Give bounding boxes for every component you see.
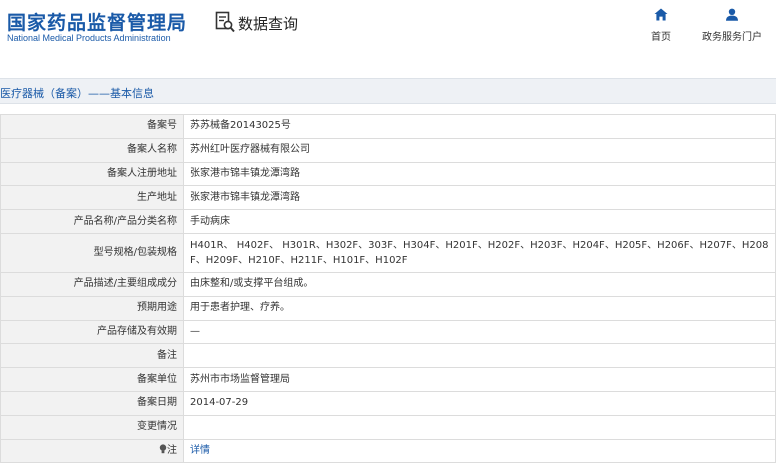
- field-label: 预期用途: [0, 295, 184, 321]
- data-query-icon: [215, 11, 235, 36]
- data-query-title: 数据查询: [215, 11, 298, 36]
- nav-services-label: 政务服务门户: [702, 32, 762, 43]
- table-row: 备案日期 2014-07-29: [0, 390, 776, 416]
- nav-services[interactable]: 政务服务门户: [700, 8, 764, 43]
- table-row: 备注: [0, 343, 776, 369]
- home-icon: [654, 8, 668, 24]
- table-row: 产品名称/产品分类名称 手动病床: [0, 209, 776, 234]
- field-label: 型号规格/包装规格: [0, 232, 184, 273]
- field-label-text: 注: [167, 444, 177, 456]
- section-title: 医疗器械（备案）——基本信息: [0, 87, 154, 100]
- field-label: 备案日期: [0, 390, 184, 416]
- field-value: —: [183, 319, 776, 345]
- field-value: [183, 343, 776, 369]
- table-row: 产品描述/主要组成成分 由床整和/或支撑平台组成。: [0, 271, 776, 297]
- site-logo-cn[interactable]: 国家药品监督管理局: [7, 8, 187, 35]
- nav-home[interactable]: 首页: [650, 8, 672, 43]
- site-logo-en[interactable]: National Medical Products Administration: [7, 33, 171, 43]
- field-value: 张家港市锦丰镇龙潭湾路: [183, 185, 776, 211]
- table-row: 备案号 苏苏械备20143025号: [0, 114, 776, 139]
- field-value: 详情: [183, 438, 776, 464]
- field-value: [183, 414, 776, 440]
- field-value: 张家港市锦丰镇龙潭湾路: [183, 161, 776, 187]
- field-value: 苏苏械备20143025号: [183, 114, 776, 139]
- table-row: 生产地址 张家港市锦丰镇龙潭湾路: [0, 185, 776, 211]
- field-value: H401R、 H402F、 H301R、H302F、303F、H304F、H20…: [183, 232, 776, 273]
- details-link[interactable]: 详情: [190, 445, 210, 456]
- field-label: 产品存储及有效期: [0, 319, 184, 345]
- user-icon: [725, 8, 739, 24]
- table-row: 产品存储及有效期 —: [0, 319, 776, 345]
- field-value: 苏州红叶医疗器械有限公司: [183, 137, 776, 163]
- table-row: 备案人名称 苏州红叶医疗器械有限公司: [0, 137, 776, 163]
- table-row: 型号规格/包装规格 H401R、 H402F、 H301R、H302F、303F…: [0, 232, 776, 273]
- field-label: 生产地址: [0, 185, 184, 211]
- field-label: 产品名称/产品分类名称: [0, 209, 184, 234]
- field-label: 备注: [0, 343, 184, 369]
- table-row: 注 详情: [0, 438, 776, 464]
- field-label: 变更情况: [0, 414, 184, 440]
- field-label: 备案人名称: [0, 137, 184, 163]
- field-value: 手动病床: [183, 209, 776, 234]
- section-bar: 医疗器械（备案）——基本信息: [0, 78, 776, 104]
- table-row: 变更情况: [0, 414, 776, 440]
- field-label: 备案人注册地址: [0, 161, 184, 187]
- field-label: 产品描述/主要组成成分: [0, 271, 184, 297]
- field-value: 由床整和/或支撑平台组成。: [183, 271, 776, 297]
- field-value: 用于患者护理、疗养。: [183, 295, 776, 321]
- field-value: 苏州市市场监督管理局: [183, 367, 776, 392]
- field-label: 备案单位: [0, 367, 184, 392]
- data-query-label: 数据查询: [238, 15, 299, 33]
- field-label-note: 注: [0, 438, 184, 464]
- table-row: 预期用途 用于患者护理、疗养。: [0, 295, 776, 321]
- table-row: 备案人注册地址 张家港市锦丰镇龙潭湾路: [0, 161, 776, 187]
- record-table: 备案号 苏苏械备20143025号 备案人名称 苏州红叶医疗器械有限公司 备案人…: [0, 114, 776, 464]
- site-header: 国家药品监督管理局 National Medical Products Admi…: [0, 0, 776, 60]
- nav-home-label: 首页: [651, 32, 671, 43]
- table-row: 备案单位 苏州市市场监督管理局: [0, 367, 776, 392]
- field-label: 备案号: [0, 114, 184, 139]
- field-value: 2014-07-29: [183, 390, 776, 416]
- bulb-icon: [159, 444, 167, 456]
